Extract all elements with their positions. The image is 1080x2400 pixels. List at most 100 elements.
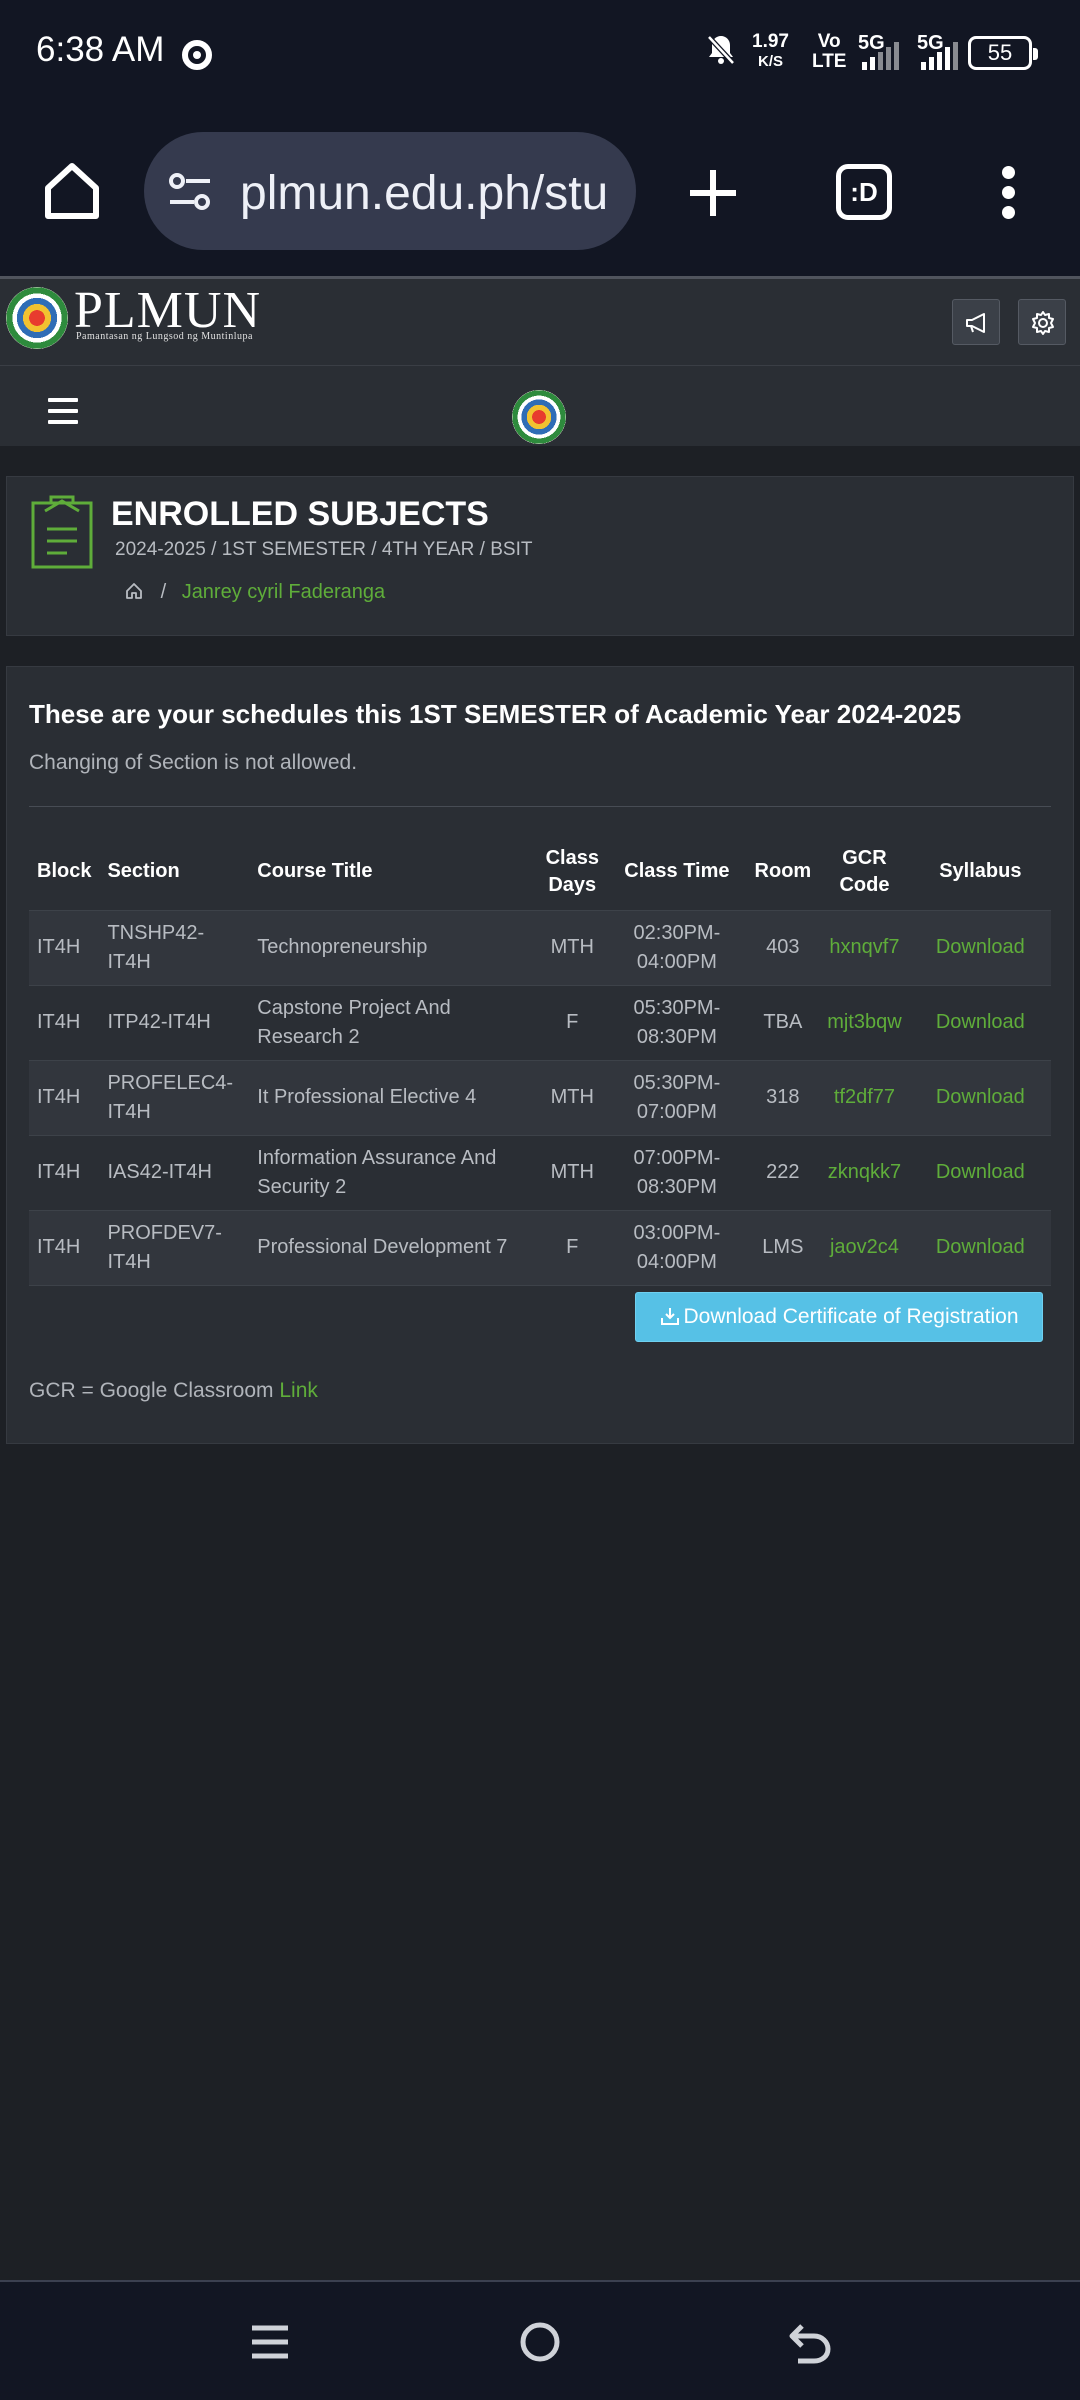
home-circle-icon[interactable]	[516, 2318, 564, 2366]
cell-room: 403	[746, 909, 820, 985]
cell-course: Technopreneurship	[249, 909, 538, 985]
status-bar: 6:38 AM 1.97 K/S Vo LTE 5G 5G 55	[0, 0, 1080, 110]
col-header-block: Block	[37, 860, 92, 883]
col-header-section: Section	[107, 860, 180, 883]
logo-subtitle: Pamantasan ng Lungsod ng Muntinlupa	[76, 331, 253, 342]
chrome-icon	[182, 40, 212, 70]
download-icon	[660, 1305, 684, 1328]
tune-icon[interactable]	[168, 172, 212, 212]
address-bar[interactable]: plmun.edu.ph/stu	[144, 132, 636, 250]
cell-room: 222	[746, 1134, 820, 1210]
volte-top: Vo	[817, 31, 841, 52]
announcement-button[interactable]	[952, 299, 1000, 345]
cell-course: It Professional Elective 4	[249, 1059, 538, 1135]
table-row: IT4H ITP42-IT4H Capstone Project And Res…	[29, 984, 1051, 1060]
gcr-legend-text: GCR = Google Classroom	[29, 1379, 274, 1402]
battery-indicator: 55	[968, 36, 1038, 70]
cell-course: Information Assurance And Security 2	[249, 1134, 538, 1210]
schedule-note: Changing of Section is not allowed.	[29, 751, 358, 774]
menu-icon[interactable]	[48, 398, 78, 424]
syllabus-download-link[interactable]: Download	[909, 1059, 1051, 1135]
clipboard-icon	[31, 493, 93, 569]
cell-block: IT4H	[29, 1209, 100, 1286]
col-header-gcr-code: GCR Code	[839, 846, 890, 896]
table-row: IT4H IAS42-IT4H Information Assurance An…	[29, 1134, 1051, 1210]
enrolled-subjects-table: Block Section Course Title Class Days Cl…	[29, 834, 1051, 1286]
cell-block: IT4H	[29, 909, 100, 985]
gcr-code-link[interactable]: tf2df77	[819, 1059, 910, 1135]
logo-text[interactable]: PLMUN	[74, 285, 261, 337]
col-header-syllabus: Syllabus	[939, 860, 1022, 883]
status-time: 6:38 AM	[36, 30, 165, 69]
nav-seal-logo[interactable]	[512, 390, 566, 444]
col-header-room: Room	[754, 860, 812, 883]
url-text[interactable]: plmun.edu.ph/stu	[240, 166, 620, 221]
network-speed: 1.97 K/S	[752, 32, 789, 72]
cell-block: IT4H	[29, 1059, 100, 1135]
cell-time: 03:00PM-04:00PM	[607, 1209, 747, 1286]
cell-days: MTH	[537, 1134, 608, 1210]
table-row: IT4H PROFDEV7-IT4H Professional Developm…	[29, 1209, 1051, 1286]
schedule-heading: These are your schedules this 1ST SEMEST…	[29, 699, 962, 729]
cell-block: IT4H	[29, 1134, 100, 1210]
cell-time: 05:30PM-08:30PM	[607, 984, 747, 1060]
gcr-code-link[interactable]: jaov2c4	[819, 1209, 910, 1286]
cell-room: TBA	[746, 984, 820, 1060]
site-header: PLMUN Pamantasan ng Lungsod ng Muntinlup…	[0, 276, 1080, 366]
cell-time: 02:30PM-04:00PM	[607, 909, 747, 985]
syllabus-download-link[interactable]: Download	[909, 1209, 1051, 1286]
table-row: IT4H PROFELEC4-IT4H It Professional Elec…	[29, 1059, 1051, 1135]
google-classroom-link[interactable]: Link	[279, 1379, 318, 1402]
syllabus-download-link[interactable]: Download	[909, 909, 1051, 985]
schedule-card: These are your schedules this 1ST SEMEST…	[6, 666, 1074, 1444]
gcr-legend: GCR = Google Classroom Link	[29, 1379, 318, 1403]
gcr-code-link[interactable]: hxnqvf7	[819, 909, 910, 985]
bell-off-icon	[706, 34, 736, 74]
download-certificate-button[interactable]: Download Certificate of Registration	[635, 1292, 1043, 1342]
cell-section: PROFELEC4-IT4H	[99, 1059, 250, 1135]
syllabus-download-link[interactable]: Download	[909, 984, 1051, 1060]
plmun-seal-logo[interactable]	[6, 287, 68, 349]
browser-toolbar: plmun.edu.ph/stu :D	[0, 110, 1080, 276]
settings-button[interactable]	[1018, 299, 1066, 345]
gcr-code-link[interactable]: mjt3bqw	[819, 984, 910, 1060]
gcr-code-link[interactable]: zknqkk7	[819, 1134, 910, 1210]
cell-block: IT4H	[29, 984, 100, 1060]
cell-section: PROFDEV7-IT4H	[99, 1209, 250, 1286]
breadcrumb-student-name[interactable]: Janrey cyril Faderanga	[182, 581, 385, 603]
home-icon[interactable]	[40, 158, 104, 222]
cell-section: ITP42-IT4H	[99, 984, 250, 1060]
table-row: IT4H TNSHP42-IT4H Technopreneurship MTH …	[29, 909, 1051, 985]
volte-indicator: Vo LTE	[812, 32, 846, 72]
recents-icon[interactable]	[246, 2318, 294, 2366]
volte-bottom: LTE	[812, 51, 847, 72]
cell-section: TNSHP42-IT4H	[99, 909, 250, 985]
col-header-course-title: Course Title	[257, 860, 373, 883]
cell-time: 05:30PM-07:00PM	[607, 1059, 747, 1135]
cell-room: 318	[746, 1059, 820, 1135]
table-header-row: Block Section Course Title Class Days Cl…	[29, 834, 1051, 910]
cell-days: MTH	[537, 1059, 608, 1135]
breadcrumb: / Janrey cyril Faderanga	[125, 581, 385, 604]
syllabus-download-link[interactable]: Download	[909, 1134, 1051, 1210]
back-icon[interactable]	[786, 2318, 834, 2366]
col-header-class-time: Class Time	[624, 860, 730, 883]
page-title: ENROLLED SUBJECTS	[111, 495, 489, 533]
cell-days: F	[537, 984, 608, 1060]
cell-course: Capstone Project And Research 2	[249, 984, 538, 1060]
tab-switcher-button[interactable]: :D	[836, 164, 892, 220]
breadcrumb-home-icon[interactable]	[125, 582, 143, 600]
more-vert-icon[interactable]	[996, 166, 1020, 222]
cell-section: IAS42-IT4H	[99, 1134, 250, 1210]
signal-icon-2	[921, 42, 958, 70]
plus-icon[interactable]	[686, 166, 740, 220]
speed-value: 1.97	[752, 31, 789, 52]
system-navigation-bar	[0, 2280, 1080, 2400]
page-subtitle: 2024-2025 / 1ST SEMESTER / 4TH YEAR / BS…	[115, 539, 533, 560]
nav-bar	[0, 366, 1080, 446]
speed-unit: K/S	[757, 53, 783, 70]
col-header-class-days: Class Days	[545, 846, 599, 896]
divider	[29, 806, 1051, 807]
cell-course: Professional Development 7	[249, 1209, 538, 1286]
cell-days: MTH	[537, 909, 608, 985]
